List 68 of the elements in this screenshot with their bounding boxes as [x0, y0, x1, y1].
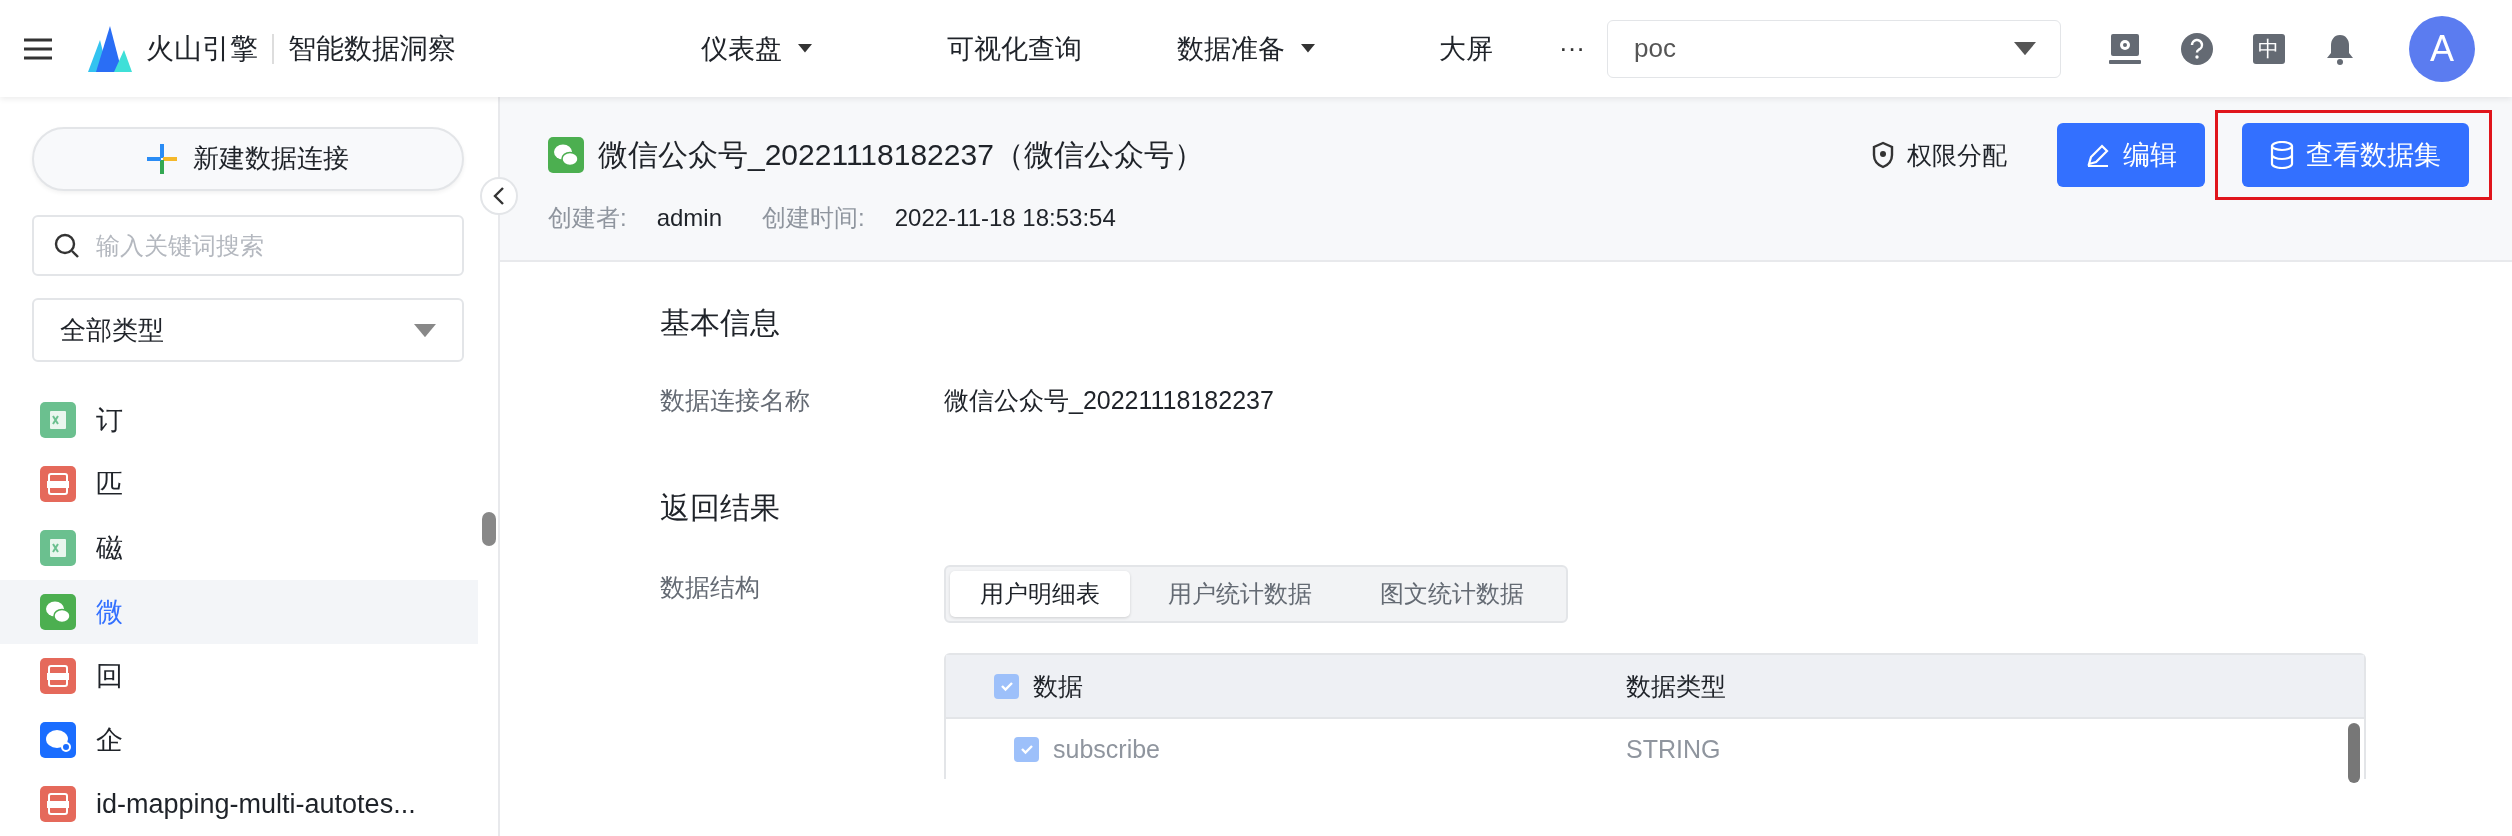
- monitor-settings-icon[interactable]: [2109, 33, 2141, 64]
- edit-button[interactable]: 编辑: [2057, 123, 2205, 187]
- tab[interactable]: 图文统计数据: [1350, 571, 1554, 617]
- nav-link[interactable]: 可视化查询: [947, 30, 1177, 67]
- search-field[interactable]: 输入关键词搜索: [32, 214, 464, 277]
- tab[interactable]: 用户明细表: [950, 571, 1130, 617]
- chevron-left-icon: [492, 186, 506, 206]
- tab[interactable]: 用户统计数据: [1138, 571, 1342, 617]
- connection-item[interactable]: 回: [0, 644, 478, 708]
- nav-link[interactable]: 大屏: [1439, 30, 1559, 67]
- type-select[interactable]: 全部类型: [32, 298, 464, 362]
- column-header: 数据: [946, 669, 1626, 703]
- caret-icon: [414, 323, 436, 337]
- scrollbar-thumb[interactable]: [2348, 723, 2360, 783]
- caret-icon: [2014, 41, 2036, 56]
- database-icon: [2270, 141, 2294, 169]
- menu-icon[interactable]: [24, 37, 52, 60]
- brand-name: 火山引擎: [146, 31, 258, 66]
- chat-bubbles-icon: [40, 722, 76, 758]
- section-heading: 基本信息: [660, 304, 781, 341]
- search-icon: [54, 232, 80, 259]
- more-menu[interactable]: ···: [1559, 33, 1585, 64]
- connection-item[interactable]: 微: [0, 580, 478, 644]
- new-connection-button[interactable]: 新建数据连接: [32, 127, 464, 191]
- meta-label: 创建者:: [548, 203, 627, 233]
- project-select[interactable]: poc: [1607, 19, 2061, 78]
- field-label: 数据连接名称: [660, 385, 811, 416]
- shield-icon: [1871, 141, 1895, 169]
- connection-item[interactable]: 匹: [0, 452, 478, 516]
- connection-item[interactable]: 企: [0, 708, 478, 772]
- pencil-icon: [2085, 142, 2111, 168]
- bell-icon[interactable]: [2325, 32, 2355, 65]
- checkbox[interactable]: [994, 673, 1019, 699]
- user-avatar[interactable]: A: [2409, 15, 2475, 82]
- table-cell-text: STRING: [1626, 734, 1722, 764]
- chat-bubbles-icon: [548, 137, 584, 173]
- connection-item[interactable]: 订: [0, 388, 478, 452]
- help-icon[interactable]: [2181, 32, 2213, 65]
- table-cell: subscribe: [946, 734, 1626, 764]
- connection-item[interactable]: id-mapping-multi-autotes...: [0, 772, 478, 836]
- checkbox[interactable]: [1014, 736, 1039, 762]
- scrollbar-thumb[interactable]: [482, 512, 496, 546]
- spreadsheet-icon: [40, 402, 76, 438]
- field-value: 微信公众号_20221118182237: [944, 385, 1274, 416]
- nav-link[interactable]: 仪表盘: [701, 30, 947, 67]
- column-header: 数据类型: [1626, 670, 1727, 702]
- meta-label: 创建时间:: [762, 203, 865, 233]
- permission-link[interactable]: 权限分配: [1871, 138, 2007, 172]
- view-dataset-button[interactable]: 查看数据集: [2242, 123, 2469, 187]
- caret-icon: [798, 44, 812, 53]
- section-heading: 返回结果: [660, 489, 781, 526]
- collapse-button[interactable]: [480, 177, 518, 215]
- csv-file-icon: [40, 466, 76, 502]
- connection-title: 微信公众号_20221118182237（微信公众号）: [598, 136, 1205, 173]
- mountain-logo-icon: [88, 25, 132, 72]
- nav-link[interactable]: 数据准备: [1177, 30, 1439, 67]
- product-name: 智能数据洞察: [288, 31, 456, 66]
- field-label: 数据结构: [660, 572, 761, 603]
- csv-file-icon: [40, 786, 76, 822]
- meta-value: admin: [656, 204, 723, 232]
- csv-file-icon: [40, 658, 76, 694]
- caret-icon: [1301, 44, 1315, 53]
- plus-icon: [147, 143, 177, 174]
- language-toggle[interactable]: 中: [2253, 33, 2285, 64]
- chat-bubbles-icon: [40, 594, 76, 630]
- spreadsheet-icon: [40, 530, 76, 566]
- meta-value: 2022-11-18 18:53:54: [894, 204, 1116, 232]
- connection-item[interactable]: 磁: [0, 516, 478, 580]
